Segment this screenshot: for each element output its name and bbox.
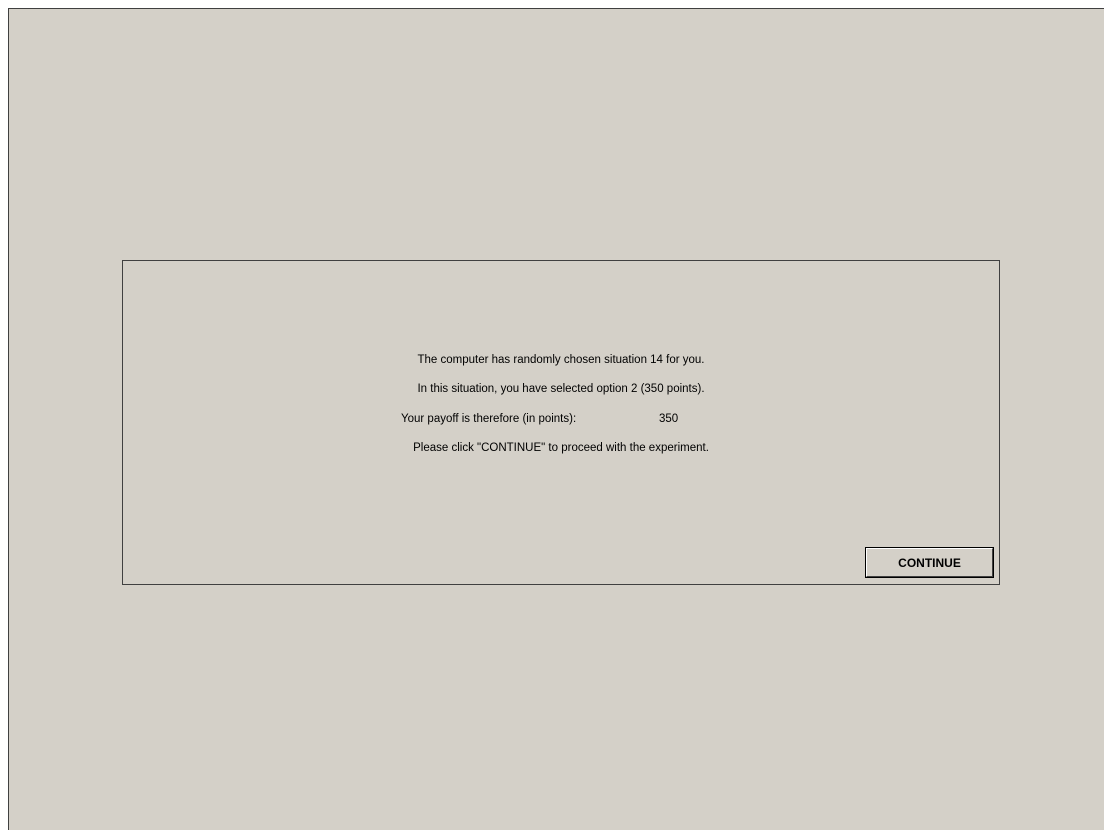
chosen-situation-text: The computer has randomly chosen situati… bbox=[417, 354, 705, 366]
payoff-label: Your payoff is therefore (in points): bbox=[401, 413, 577, 425]
experiment-screen: The computer has randomly chosen situati… bbox=[8, 8, 1104, 830]
continue-button[interactable]: CONTINUE bbox=[865, 547, 994, 578]
payoff-value: 350 bbox=[659, 413, 679, 425]
selected-option-text: In this situation, you have selected opt… bbox=[417, 383, 705, 395]
continue-instruction-text: Please click "CONTINUE" to proceed with … bbox=[413, 442, 709, 454]
result-panel: The computer has randomly chosen situati… bbox=[122, 260, 1000, 585]
payoff-row: Your payoff is therefore (in points): 35… bbox=[123, 412, 999, 426]
